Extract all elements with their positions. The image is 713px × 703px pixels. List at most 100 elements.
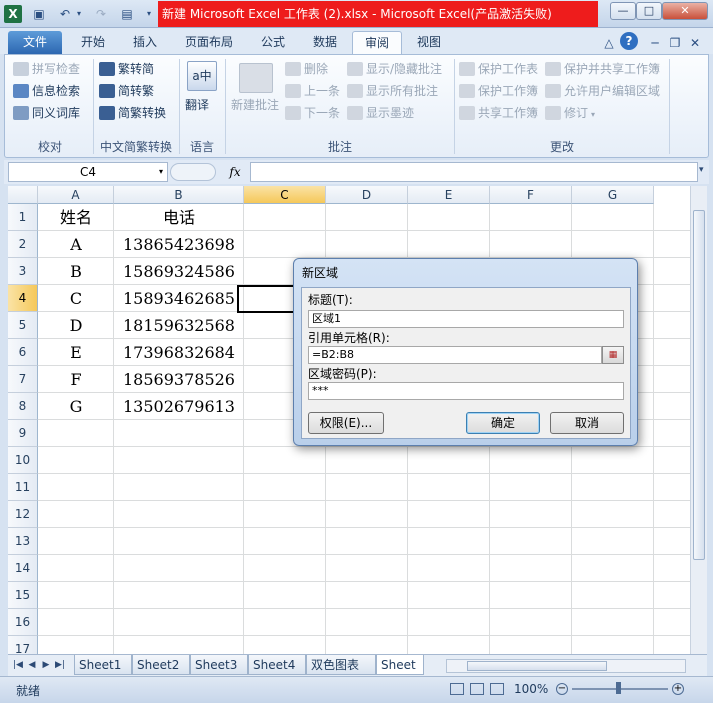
row-header-15[interactable]: 15	[8, 582, 38, 609]
name-cell[interactable]: F	[38, 366, 114, 393]
row-header-16[interactable]: 16	[8, 609, 38, 636]
phone-cell[interactable]: 18569378526	[114, 366, 244, 393]
maximize-button[interactable]: □	[636, 2, 662, 20]
ok-button[interactable]: 确定	[466, 412, 540, 434]
workbook-restore-icon[interactable]: ❐	[666, 34, 684, 52]
last-sheet-icon[interactable]: ▶|	[54, 658, 66, 672]
sheet-tab-sheet3[interactable]: Sheet3	[190, 655, 248, 675]
prev-sheet-icon[interactable]: ◀	[26, 658, 38, 672]
minimize-ribbon-icon[interactable]: △	[600, 34, 618, 52]
translate-button[interactable]: 翻译	[185, 95, 209, 115]
row-header-13[interactable]: 13	[8, 528, 38, 555]
undo-dropdown-icon[interactable]: ▾	[70, 5, 88, 23]
column-header-f[interactable]: F	[490, 186, 572, 204]
close-button[interactable]: ✕	[662, 2, 708, 20]
name-cell[interactable]: E	[38, 339, 114, 366]
column-header-a[interactable]: A	[38, 186, 114, 204]
zoom-out-icon[interactable]: −	[556, 683, 568, 695]
sheet-tab-sheet2[interactable]: Sheet2	[132, 655, 190, 675]
row-header-17[interactable]: 17	[8, 636, 38, 654]
row-header-5[interactable]: 5	[8, 312, 38, 339]
row-header-2[interactable]: 2	[8, 231, 38, 258]
sheet-tab-sheet1[interactable]: Sheet1	[74, 655, 132, 675]
refers-to-input[interactable]: =B2:B8	[308, 346, 602, 364]
column-header-e[interactable]: E	[408, 186, 490, 204]
save-icon[interactable]: ▣	[30, 5, 48, 23]
zoom-in-icon[interactable]: +	[672, 683, 684, 695]
scrollbar-thumb[interactable]	[693, 210, 705, 560]
row-header-10[interactable]: 10	[8, 447, 38, 474]
sheet-tab-sheet4[interactable]: Sheet4	[248, 655, 306, 675]
translate-icon[interactable]: a中	[187, 61, 217, 91]
phone-cell[interactable]: 15869324586	[114, 258, 244, 285]
column-header-d[interactable]: D	[326, 186, 408, 204]
header-cell[interactable]: 电话	[114, 204, 244, 231]
permissions-button[interactable]: 权限(E)...	[308, 412, 384, 434]
vertical-scrollbar[interactable]	[690, 186, 707, 654]
row-header-9[interactable]: 9	[8, 420, 38, 447]
tab-file[interactable]: 文件	[8, 31, 62, 54]
show-all-comments-button[interactable]: 显示所有批注	[347, 81, 438, 101]
formula-input[interactable]	[250, 162, 698, 182]
thesaurus-button[interactable]: 同义词库	[13, 103, 80, 123]
sheet-tab-dual-color-chart[interactable]: 双色图表	[306, 655, 376, 675]
scrollbar-thumb[interactable]	[467, 661, 607, 671]
research-button[interactable]: 信息检索	[13, 81, 80, 101]
share-workbook-button[interactable]: 共享工作簿	[459, 103, 538, 123]
tab-data[interactable]: 数据	[302, 31, 348, 54]
new-comment-button[interactable]: 新建批注	[231, 95, 279, 115]
delete-comment-button[interactable]: 删除	[285, 59, 328, 79]
insert-function-icon[interactable]: fx	[224, 162, 246, 182]
page-layout-view-icon[interactable]	[470, 683, 484, 695]
convert-button[interactable]: 简繁转换	[99, 103, 166, 123]
horizontal-scrollbar[interactable]	[446, 659, 686, 673]
to-simplified-button[interactable]: 繁转简	[99, 59, 154, 79]
column-header-g[interactable]: G	[572, 186, 654, 204]
name-box[interactable]: C4 ▾	[8, 162, 168, 182]
protect-workbook-button[interactable]: 保护工作簿	[459, 81, 538, 101]
redo-icon[interactable]: ↷	[92, 5, 110, 23]
workbook-minimize-icon[interactable]: ─	[646, 34, 664, 52]
tab-view[interactable]: 视图	[406, 31, 452, 54]
show-ink-button[interactable]: 显示墨迹	[347, 103, 414, 123]
customize-qat-icon[interactable]: ▾	[140, 5, 158, 23]
header-cell[interactable]: 姓名	[38, 204, 114, 231]
tab-page-layout[interactable]: 页面布局	[176, 31, 242, 54]
column-header-c[interactable]: C	[244, 186, 326, 204]
name-cell[interactable]: C	[38, 285, 114, 312]
row-header-12[interactable]: 12	[8, 501, 38, 528]
row-header-11[interactable]: 11	[8, 474, 38, 501]
chevron-down-icon[interactable]: ▾	[159, 163, 163, 181]
name-cell[interactable]: A	[38, 231, 114, 258]
row-header-14[interactable]: 14	[8, 555, 38, 582]
row-header-8[interactable]: 8	[8, 393, 38, 420]
row-header-7[interactable]: 7	[8, 366, 38, 393]
name-cell[interactable]: D	[38, 312, 114, 339]
track-changes-button[interactable]: 修订 ▾	[545, 103, 595, 123]
help-icon[interactable]: ?	[620, 32, 638, 50]
zoom-level[interactable]: 100%	[514, 682, 548, 696]
previous-comment-button[interactable]: 上一条	[285, 81, 340, 101]
tab-review[interactable]: 审阅	[352, 31, 402, 54]
next-comment-button[interactable]: 下一条	[285, 103, 340, 123]
allow-edit-ranges-button[interactable]: 允许用户编辑区域	[545, 81, 660, 101]
print-preview-icon[interactable]: ▤	[118, 5, 136, 23]
workbook-close-icon[interactable]: ✕	[686, 34, 704, 52]
sheet-tab-active[interactable]: Sheet	[376, 655, 424, 675]
range-password-input[interactable]: ***	[308, 382, 624, 400]
select-all-corner[interactable]	[8, 186, 38, 204]
page-break-view-icon[interactable]	[490, 683, 504, 695]
phone-cell[interactable]: 13865423698	[114, 231, 244, 258]
row-header-6[interactable]: 6	[8, 339, 38, 366]
phone-cell[interactable]: 17396832684	[114, 339, 244, 366]
next-sheet-icon[interactable]: ▶	[40, 658, 52, 672]
collapse-dialog-icon[interactable]: ▦	[602, 346, 624, 364]
range-title-input[interactable]: 区域1	[308, 310, 624, 328]
tab-home[interactable]: 开始	[70, 31, 116, 54]
name-cell[interactable]: G	[38, 393, 114, 420]
name-cell[interactable]: B	[38, 258, 114, 285]
cancel-button[interactable]: 取消	[550, 412, 624, 434]
phone-cell[interactable]: 15893462685	[114, 285, 244, 312]
expand-formula-icon[interactable]: ▾	[699, 165, 704, 175]
first-sheet-icon[interactable]: |◀	[12, 658, 24, 672]
